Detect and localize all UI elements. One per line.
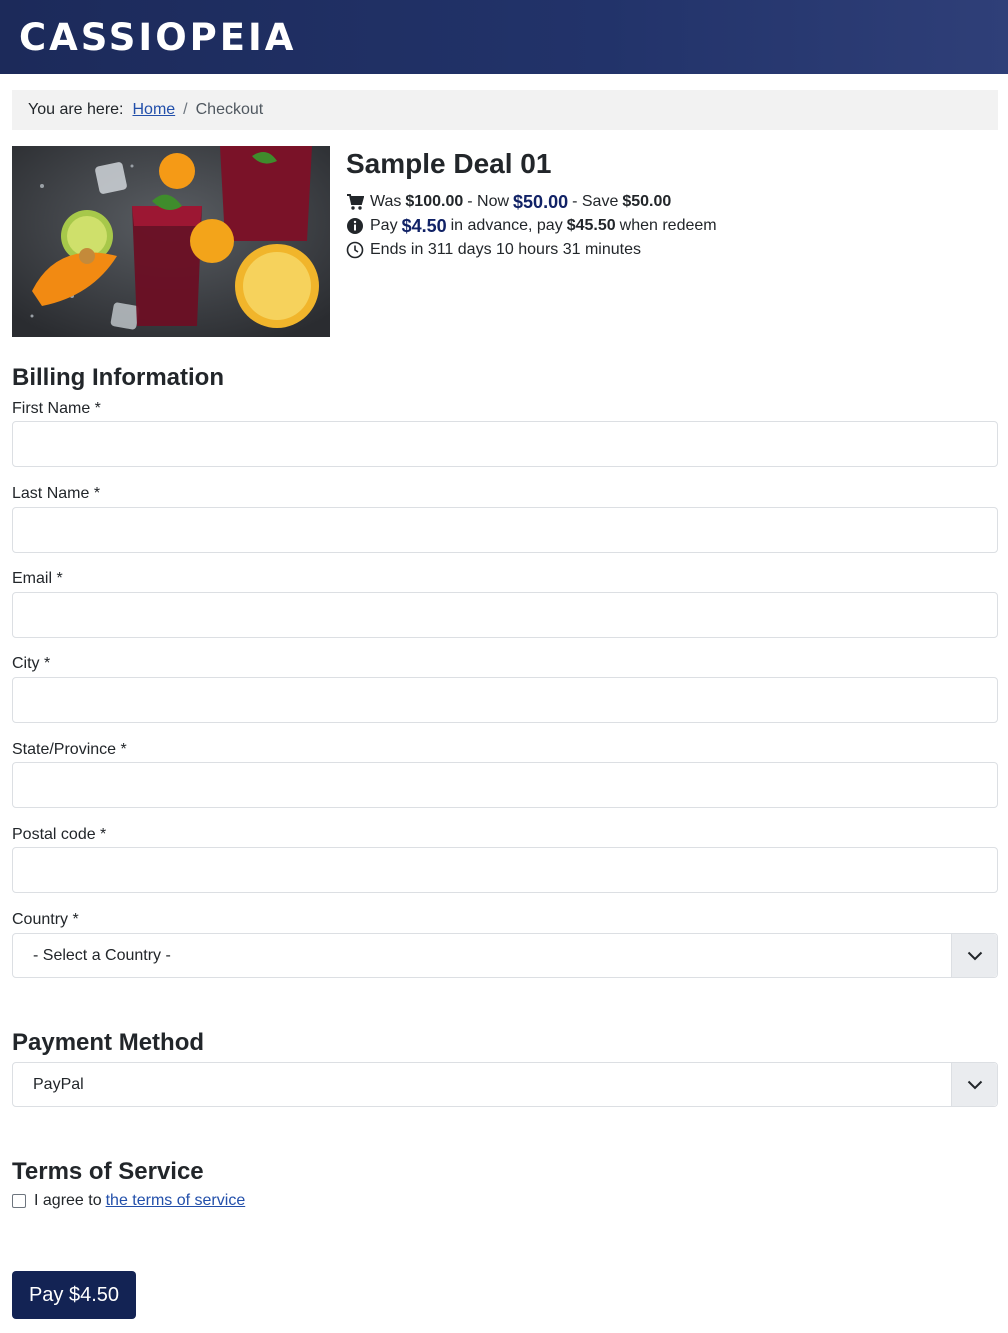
- deal-image: [12, 146, 330, 337]
- terms-link[interactable]: the terms of service: [106, 1192, 246, 1210]
- pay-label: Pay: [370, 217, 398, 234]
- billing-title: Billing Information: [12, 364, 224, 391]
- city-label: City *: [12, 655, 51, 672]
- terms-agree-text: I agree to: [34, 1192, 102, 1209]
- chevron-down-icon[interactable]: [951, 934, 997, 977]
- now-price: $50.00: [513, 191, 569, 212]
- email-field[interactable]: [12, 592, 998, 638]
- deal-title: Sample Deal 01: [346, 148, 552, 179]
- terms-agreement: I agree to the terms of service: [12, 1192, 245, 1210]
- cart-icon: [346, 193, 364, 211]
- was-price: $100.00: [405, 193, 464, 210]
- email-label: Email *: [12, 570, 63, 587]
- save-label: - Save: [572, 193, 619, 210]
- breadcrumb-home-link[interactable]: Home: [132, 101, 175, 119]
- payment-method-value: PayPal: [33, 1075, 84, 1093]
- breadcrumb-prefix: You are here:: [28, 101, 124, 118]
- payment-method-select[interactable]: PayPal: [12, 1062, 998, 1107]
- deal-price-line: Was $100.00 - Now $50.00 - Save $50.00: [346, 190, 996, 214]
- postal-code-field[interactable]: [12, 847, 998, 893]
- now-label: - Now: [467, 193, 510, 210]
- postal-code-label: Postal code *: [12, 826, 107, 843]
- city-field[interactable]: [12, 677, 998, 723]
- breadcrumb-current: Checkout: [195, 101, 264, 118]
- payment-method-title: Payment Method: [12, 1029, 205, 1056]
- last-name-field[interactable]: [12, 507, 998, 553]
- redeem-text: when redeem: [619, 217, 717, 234]
- chevron-down-icon[interactable]: [951, 1063, 997, 1106]
- was-label: Was: [370, 193, 402, 210]
- breadcrumb-separator: /: [183, 101, 188, 118]
- country-label: Country *: [12, 911, 79, 928]
- last-name-label: Last Name *: [12, 485, 101, 502]
- pay-button[interactable]: Pay $4.50: [12, 1271, 136, 1319]
- country-select-value: - Select a Country -: [33, 946, 171, 964]
- deal-payment-line: Pay $4.50 in advance, pay $45.50 when re…: [346, 214, 996, 238]
- site-header: CASSIOPEIA: [0, 0, 1008, 74]
- state-label: State/Province *: [12, 741, 127, 758]
- pay-advance-amount: $4.50: [401, 215, 447, 236]
- first-name-label: First Name *: [12, 400, 101, 417]
- info-icon: [346, 217, 364, 235]
- breadcrumb: You are here: Home / Checkout: [12, 90, 998, 130]
- clock-icon: [346, 241, 364, 259]
- first-name-field[interactable]: [12, 421, 998, 467]
- site-logo[interactable]: CASSIOPEIA: [19, 16, 296, 59]
- pay-redeem-amount: $45.50: [566, 217, 616, 234]
- save-price: $50.00: [622, 193, 672, 210]
- ends-text: Ends in 311 days 10 hours 31 minutes: [370, 241, 641, 258]
- advance-text: in advance, pay: [450, 217, 563, 234]
- terms-checkbox[interactable]: [12, 1194, 26, 1208]
- deal-ends-line: Ends in 311 days 10 hours 31 minutes: [346, 238, 996, 262]
- terms-title: Terms of Service: [12, 1158, 204, 1185]
- state-field[interactable]: [12, 762, 998, 808]
- country-select[interactable]: - Select a Country -: [12, 933, 998, 978]
- deal-info: Sample Deal 01 Was $100.00 - Now $50.00 …: [346, 146, 996, 262]
